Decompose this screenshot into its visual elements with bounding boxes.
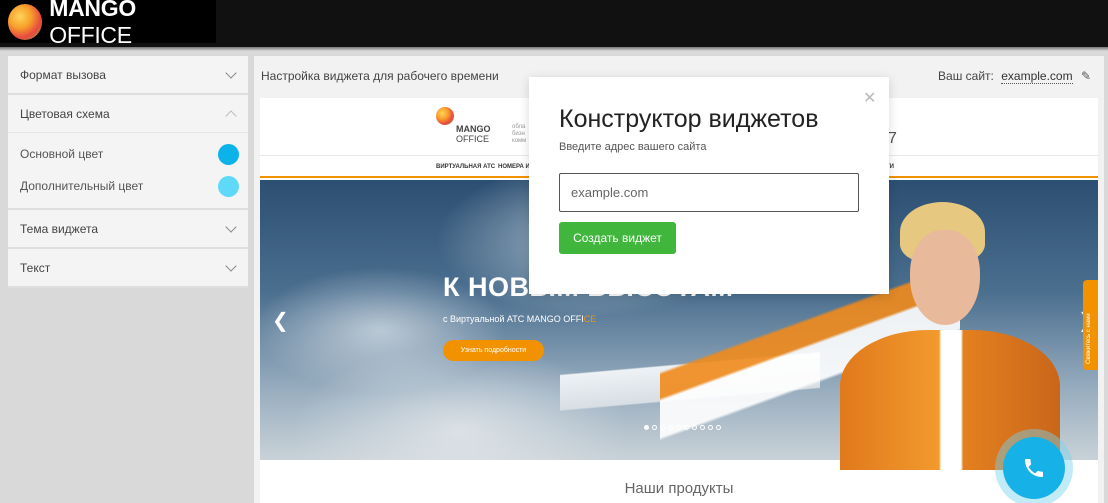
settings-sidebar: Формат вызова Цветовая схема Основной цв… — [8, 56, 248, 288]
site-address-input[interactable] — [559, 173, 859, 212]
secondary-color-row[interactable]: Дополнительный цвет — [8, 170, 248, 202]
hero-subtitle: с Виртуальной АТС MANGO OFFICE — [443, 314, 597, 324]
chevron-up-icon[interactable] — [225, 107, 238, 120]
close-icon[interactable]: ✕ — [863, 88, 876, 108]
logo-ball-icon — [8, 3, 43, 40]
preview-logo-tagline: обла бизн комм — [512, 124, 527, 144]
accordion-label: Тема виджета — [20, 221, 99, 236]
slider-dot[interactable] — [644, 425, 649, 430]
products-section-title: Наши продукты — [624, 480, 734, 497]
slider-dot[interactable] — [668, 425, 673, 430]
chevron-down-icon[interactable] — [225, 261, 238, 274]
accordion-header[interactable]: Цветовая схема — [8, 95, 248, 132]
color-scheme-panel: Основной цвет Дополнительный цвет — [8, 132, 248, 208]
widget-builder-modal: ✕ Конструктор виджетов Введите адрес ваш… — [529, 77, 889, 294]
slider-dots[interactable] — [644, 425, 721, 430]
accordion-header[interactable]: Тема виджета — [8, 210, 248, 247]
top-bar: MANGO OFFICE — [0, 0, 1108, 51]
primary-color-label: Основной цвет — [20, 147, 104, 161]
hero-details-button[interactable]: Узнать подробности — [443, 340, 544, 361]
modal-title: Конструктор виджетов — [559, 105, 819, 133]
panel-title: Настройка виджета для рабочего времени — [261, 69, 499, 83]
pencil-icon[interactable]: ✎ — [1081, 69, 1091, 83]
slider-dot[interactable] — [652, 425, 657, 430]
primary-color-swatch[interactable] — [218, 143, 239, 165]
accordion-widget-theme[interactable]: Тема виджета — [8, 210, 248, 249]
call-button[interactable] — [1003, 437, 1065, 499]
secondary-color-swatch[interactable] — [218, 175, 239, 197]
slider-prev-icon[interactable]: ❮ — [272, 308, 289, 333]
accordion-call-format[interactable]: Формат вызова — [8, 56, 248, 95]
slider-dot[interactable] — [716, 425, 721, 430]
slider-dot[interactable] — [700, 425, 705, 430]
preview-logo-text: MANGO OFFICE — [456, 124, 491, 144]
accordion-label: Формат вызова — [20, 67, 106, 82]
site-label: Ваш сайт: — [938, 69, 994, 83]
chevron-down-icon[interactable] — [225, 68, 238, 81]
slider-dot[interactable] — [660, 425, 665, 430]
accordion-header[interactable]: Текст — [8, 249, 248, 286]
slider-dot[interactable] — [692, 425, 697, 430]
accordion-header[interactable]: Формат вызова — [8, 56, 248, 93]
preview-logo-icon — [436, 107, 454, 125]
logo-text: MANGO OFFICE — [49, 0, 136, 48]
pilot-face — [910, 230, 980, 325]
slider-dot[interactable] — [676, 425, 681, 430]
preview-phone: 7 — [888, 130, 897, 147]
chevron-down-icon[interactable] — [225, 222, 238, 235]
phone-icon — [1025, 459, 1043, 477]
primary-color-row[interactable]: Основной цвет — [8, 138, 248, 170]
site-info: Ваш сайт: example.com ✎ — [938, 69, 1091, 84]
modal-subtitle: Введите адрес вашего сайта — [559, 141, 707, 153]
accordion-label: Цветовая схема — [20, 106, 110, 121]
slider-dot[interactable] — [708, 425, 713, 430]
site-link[interactable]: example.com — [1001, 69, 1073, 84]
accordion-label: Текст — [20, 260, 51, 275]
contact-us-side-tab[interactable]: Свяжитесь с нами — [1083, 280, 1098, 370]
accordion-color-scheme[interactable]: Цветовая схема Основной цвет Дополнитель… — [8, 95, 248, 210]
slider-dot[interactable] — [684, 425, 689, 430]
preview-nav-item[interactable]: ВИРТУАЛЬНАЯ АТС — [436, 164, 495, 170]
secondary-color-label: Дополнительный цвет — [20, 179, 144, 193]
create-widget-button[interactable]: Создать виджет — [559, 222, 676, 254]
accordion-text[interactable]: Текст — [8, 249, 248, 288]
mango-office-logo[interactable]: MANGO OFFICE — [0, 0, 216, 48]
